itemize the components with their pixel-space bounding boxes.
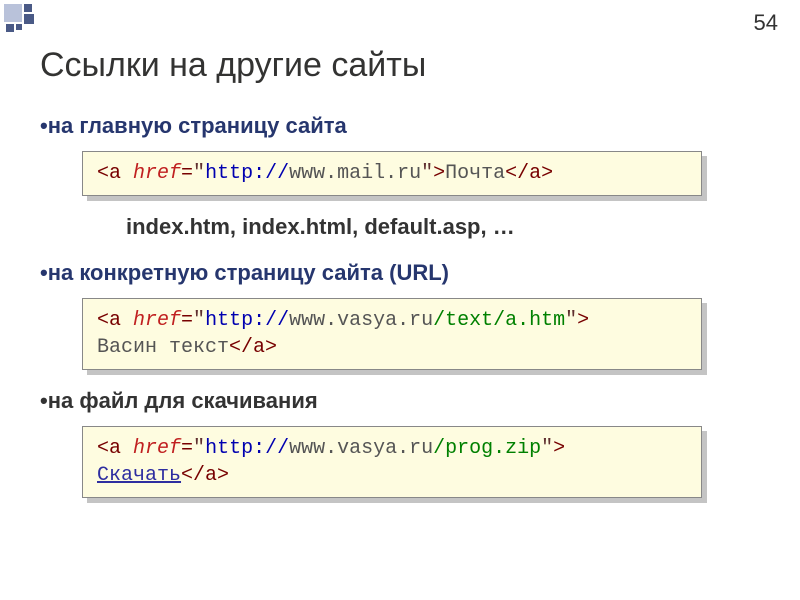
- bullet-specific-page: •на конкретную страницу сайта (URL): [40, 260, 770, 286]
- code-example-1: <a href="http://www.mail.ru">Почта</a>: [82, 151, 702, 196]
- code-inner: <a href="http://www.vasya.ru/prog.zip"> …: [82, 426, 702, 498]
- slide-content: Ссылки на другие сайты •на главную стран…: [0, 0, 800, 498]
- slide-title: Ссылки на другие сайты: [40, 46, 770, 85]
- code-inner: <a href="http://www.vasya.ru/text/a.htm"…: [82, 298, 702, 370]
- slide-corner-decoration: [0, 0, 50, 50]
- code-example-3: <a href="http://www.vasya.ru/prog.zip"> …: [82, 426, 702, 498]
- code-inner: <a href="http://www.mail.ru">Почта</a>: [82, 151, 702, 196]
- bullet-text: •на конкретную страницу сайта (URL): [40, 260, 449, 286]
- bullet-download-file: •на файл для скачивания: [40, 388, 770, 414]
- bullet-text: •на файл для скачивания: [40, 388, 318, 414]
- bullet-main-page: •на главную страницу сайта: [40, 113, 770, 139]
- index-files-note: index.htm, index.html, default.asp, …: [126, 214, 770, 240]
- code-example-2: <a href="http://www.vasya.ru/text/a.htm"…: [82, 298, 702, 370]
- bullet-text: •на главную страницу сайта: [40, 113, 347, 139]
- slide-number: 54: [754, 10, 778, 36]
